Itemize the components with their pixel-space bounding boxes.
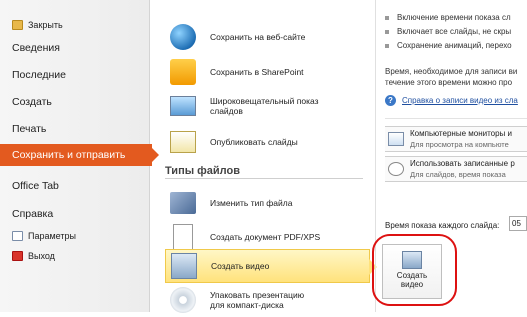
nav-item-help[interactable]: Справка <box>0 203 150 225</box>
option-label: Создать видео <box>211 261 270 271</box>
pdf-document-icon <box>173 224 193 250</box>
broadcast-screen-icon <box>170 96 196 116</box>
option-label: Изменить тип файла <box>210 198 293 208</box>
nav-close-label: Закрыть <box>28 20 63 30</box>
save-send-options: Сохранить на веб-сайте Сохранить в Share… <box>160 0 377 313</box>
globe-icon <box>170 24 196 50</box>
nav-item-recent[interactable]: Последние <box>0 64 150 86</box>
dropdown-title: Использовать записанные р <box>410 159 515 168</box>
exit-icon <box>12 251 23 261</box>
option-change-file-type[interactable]: Изменить тип файла <box>160 186 365 220</box>
slide-duration-input[interactable]: 05 <box>509 216 527 231</box>
folder-close-icon <box>12 20 23 30</box>
monitor-icon <box>388 132 404 146</box>
help-icon: ? <box>385 95 396 106</box>
nav-exit[interactable]: Выход <box>0 245 150 267</box>
option-label: Создать документ PDF/XPS <box>210 232 321 242</box>
create-video-button[interactable]: Создать видео <box>382 244 442 299</box>
option-save-web[interactable]: Сохранить на веб-сайте <box>160 20 365 54</box>
section-divider <box>165 178 363 179</box>
quality-dropdown[interactable]: Компьютерные мониторы и Для просмотра на… <box>385 126 527 152</box>
description-line-2: течение этого времени можно про <box>385 78 513 87</box>
timer-icon <box>388 162 404 176</box>
bullet-text: Сохранение анимаций, перехо <box>397 41 512 50</box>
create-video-icon <box>402 251 422 269</box>
bullet-text: Включает все слайды, не скры <box>397 27 512 36</box>
nav-item-print[interactable]: Печать <box>0 118 150 140</box>
nav-item-info[interactable]: Сведения <box>0 37 150 59</box>
option-label: Сохранить в SharePoint <box>210 67 304 77</box>
slide-duration-label: Время показа каждого слайда: <box>385 221 500 230</box>
bullet-text: Включение времени показа сл <box>397 13 511 22</box>
create-video-icon <box>171 253 197 279</box>
help-link[interactable]: ? Справка о записи видео из сла <box>385 95 518 106</box>
divider <box>385 118 527 119</box>
nav-item-save-send[interactable]: Сохранить и отправить <box>0 144 159 166</box>
timings-dropdown[interactable]: Использовать записанные р Для слайдов, в… <box>385 156 527 182</box>
dropdown-subtitle: Для слайдов, время показа <box>410 170 506 179</box>
description-line-1: Время, необходимое для записи ви <box>385 67 518 76</box>
dropdown-subtitle: Для просмотра на компьюте <box>410 140 509 149</box>
section-title-file-types: Типы файлов <box>165 165 240 177</box>
nav-close[interactable]: Закрыть <box>0 14 150 36</box>
sharepoint-icon <box>170 59 196 85</box>
option-broadcast[interactable]: Широковещательный показ слайдов <box>160 89 365 123</box>
publish-slides-icon <box>170 131 196 153</box>
help-link-text[interactable]: Справка о записи видео из сла <box>402 96 518 105</box>
create-video-button-label: Создать видео <box>396 271 428 289</box>
nav-options-label: Параметры <box>28 231 76 241</box>
nav-options[interactable]: Параметры <box>0 225 150 247</box>
option-create-video[interactable]: Создать видео <box>165 249 377 283</box>
option-sharepoint[interactable]: Сохранить в SharePoint <box>160 55 365 89</box>
nav-item-new[interactable]: Создать <box>0 91 150 113</box>
cd-icon <box>170 287 196 313</box>
option-label: Широковещательный показ слайдов <box>210 96 319 116</box>
dropdown-title: Компьютерные мониторы и <box>410 129 512 138</box>
option-publish-slides[interactable]: Опубликовать слайды <box>160 125 365 159</box>
change-type-icon <box>170 192 196 214</box>
option-label: Упаковать презентацию для компакт-диска <box>210 290 305 310</box>
info-bullet: Включает все слайды, не скры <box>385 27 511 36</box>
backstage-nav: Закрыть Сведения Последние Создать Печат… <box>0 0 159 312</box>
option-label: Сохранить на веб-сайте <box>210 32 306 42</box>
nav-item-office-tab[interactable]: Office Tab <box>0 175 150 197</box>
info-bullet: Сохранение анимаций, перехо <box>385 41 512 50</box>
option-label: Опубликовать слайды <box>210 137 298 147</box>
options-icon <box>12 231 23 241</box>
info-bullet: Включение времени показа сл <box>385 13 511 22</box>
nav-exit-label: Выход <box>28 251 55 261</box>
